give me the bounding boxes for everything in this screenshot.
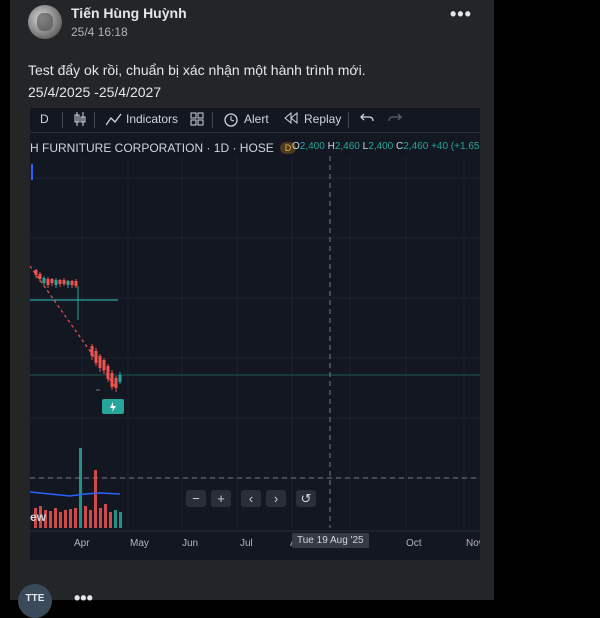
author-avatar[interactable] [28,5,62,39]
x-axis-label: Oct [406,538,422,549]
commenter-avatar[interactable]: TTE [18,584,52,618]
comment-more-icon[interactable]: ••• [74,588,93,609]
author-name[interactable]: Tiến Hùng Huỳnh [71,5,187,21]
x-axis-label: May [130,538,149,549]
scroll-right-button[interactable]: › [266,490,286,507]
x-axis-label: Jul [240,538,253,549]
zoom-in-button[interactable]: + [211,490,231,507]
watermark-fragment: ew [30,510,47,524]
x-axis-label: Apr [74,538,90,549]
post-time[interactable]: 25/4 16:18 [71,25,128,39]
reset-chart-button[interactable]: ↺ [296,490,316,507]
more-options-icon[interactable]: ••• [450,4,472,25]
chart-screenshot[interactable]: D Indicators Alert Replay H FURNITURE CO… [30,108,480,560]
post-card: Tiến Hùng Huỳnh 25/4 16:18 ••• Test đẩy … [10,0,494,600]
post-text: Test đẩy ok rồi, chuẩn bị xác nhận một h… [28,62,366,100]
scroll-left-button[interactable]: ‹ [241,490,261,507]
zoom-out-button[interactable]: − [186,490,206,507]
x-axis-label: Jun [182,538,199,549]
crosshair-date-label: Tue 19 Aug '25 [292,533,369,548]
x-axis-label: Nov [466,538,480,549]
